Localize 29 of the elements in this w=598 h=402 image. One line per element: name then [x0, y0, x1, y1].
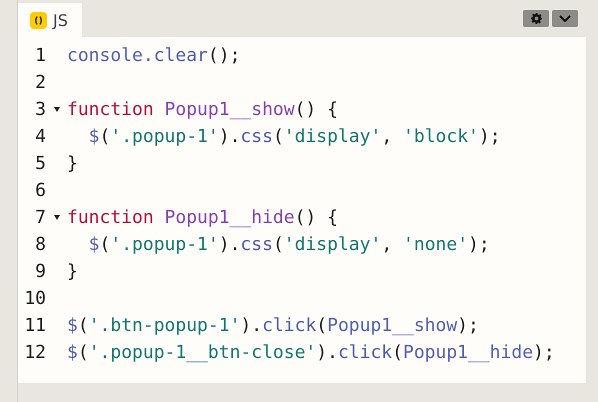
- collapse-button[interactable]: [552, 10, 578, 27]
- line-number: 8: [34, 234, 46, 255]
- code-line: $('.popup-1').css('display', 'none');: [88, 234, 490, 255]
- line-number: 4: [34, 126, 46, 147]
- code-line: function Popup1__show() {: [67, 99, 338, 120]
- chevron-down-icon: [559, 15, 571, 22]
- js-tab[interactable]: JS: [18, 3, 82, 37]
- parentheses-icon: [30, 12, 47, 28]
- code-line: $('.popup-1__btn-close').click(Popup1__hide);: [67, 342, 555, 363]
- line-number: 1: [34, 45, 46, 66]
- line-number: 7: [34, 207, 46, 228]
- line-number: 10: [23, 288, 46, 309]
- line-number: 12: [23, 342, 46, 363]
- code-line: console.clear();: [67, 45, 240, 66]
- code-line: $('.popup-1').css('display', 'block');: [88, 126, 501, 147]
- settings-button[interactable]: [523, 10, 549, 27]
- line-number: 9: [34, 261, 46, 282]
- settings-icon: [530, 13, 542, 24]
- line-number: 5: [34, 153, 46, 174]
- code-line: $('.btn-popup-1').click(Popup1__show);: [67, 315, 479, 336]
- line-number: 3: [34, 99, 46, 120]
- line-number: 2: [34, 72, 46, 93]
- code-line: }: [67, 153, 78, 174]
- code-line: }: [67, 261, 78, 282]
- line-number: 6: [34, 180, 46, 201]
- line-number: 11: [23, 315, 46, 336]
- fold-arrow-icon[interactable]: [54, 215, 60, 220]
- fold-arrow-icon[interactable]: [54, 107, 60, 112]
- code-line: function Popup1__hide() {: [67, 207, 338, 228]
